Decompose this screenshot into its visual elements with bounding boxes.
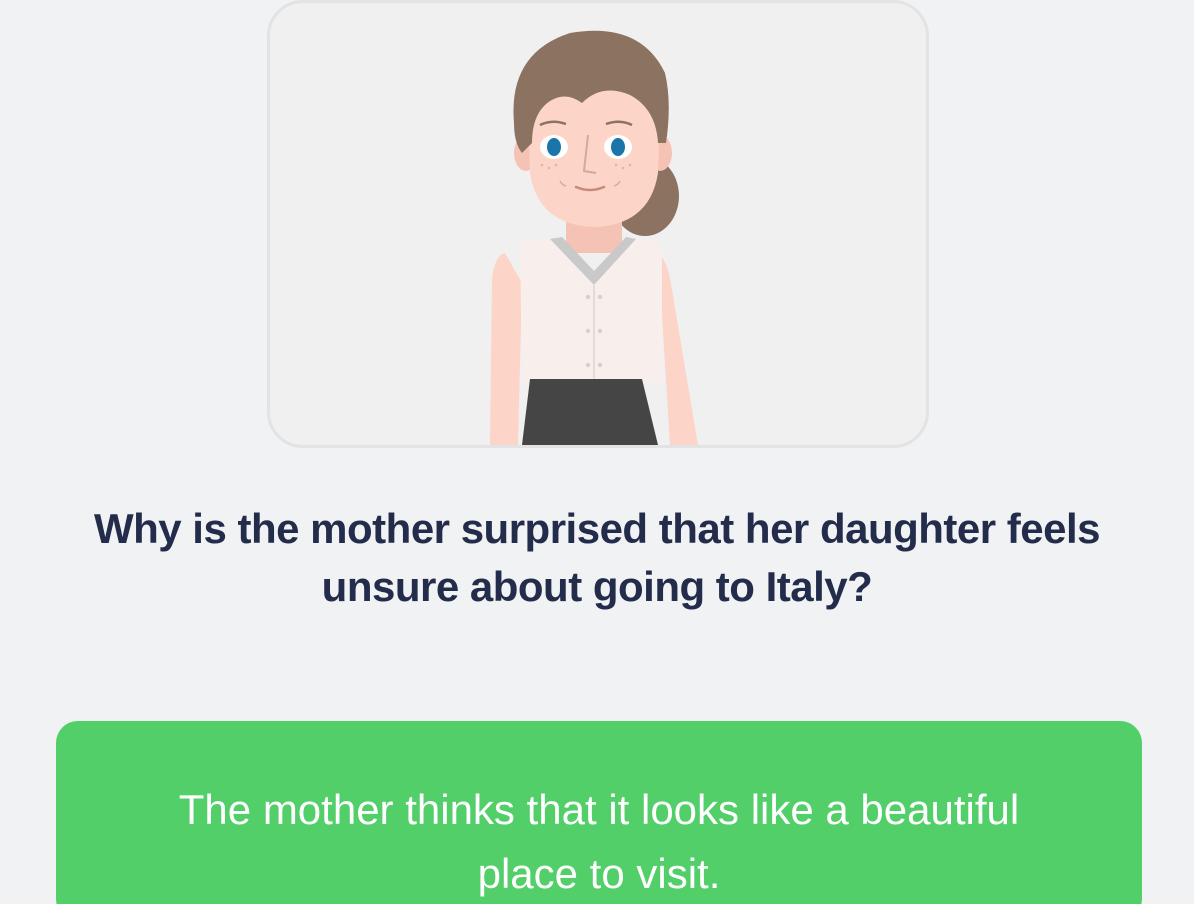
quiz-screen: Why is the mother surprised that her dau… xyxy=(0,0,1194,904)
left-arm xyxy=(490,253,522,445)
mother-character-illustration xyxy=(490,30,698,445)
question-text: Why is the mother surprised that her dau… xyxy=(93,505,1101,610)
answer-option-1[interactable]: The mother thinks that it looks like a b… xyxy=(56,721,1142,904)
skirt xyxy=(522,379,658,445)
illustration-card xyxy=(267,0,929,448)
blouse xyxy=(520,239,662,383)
